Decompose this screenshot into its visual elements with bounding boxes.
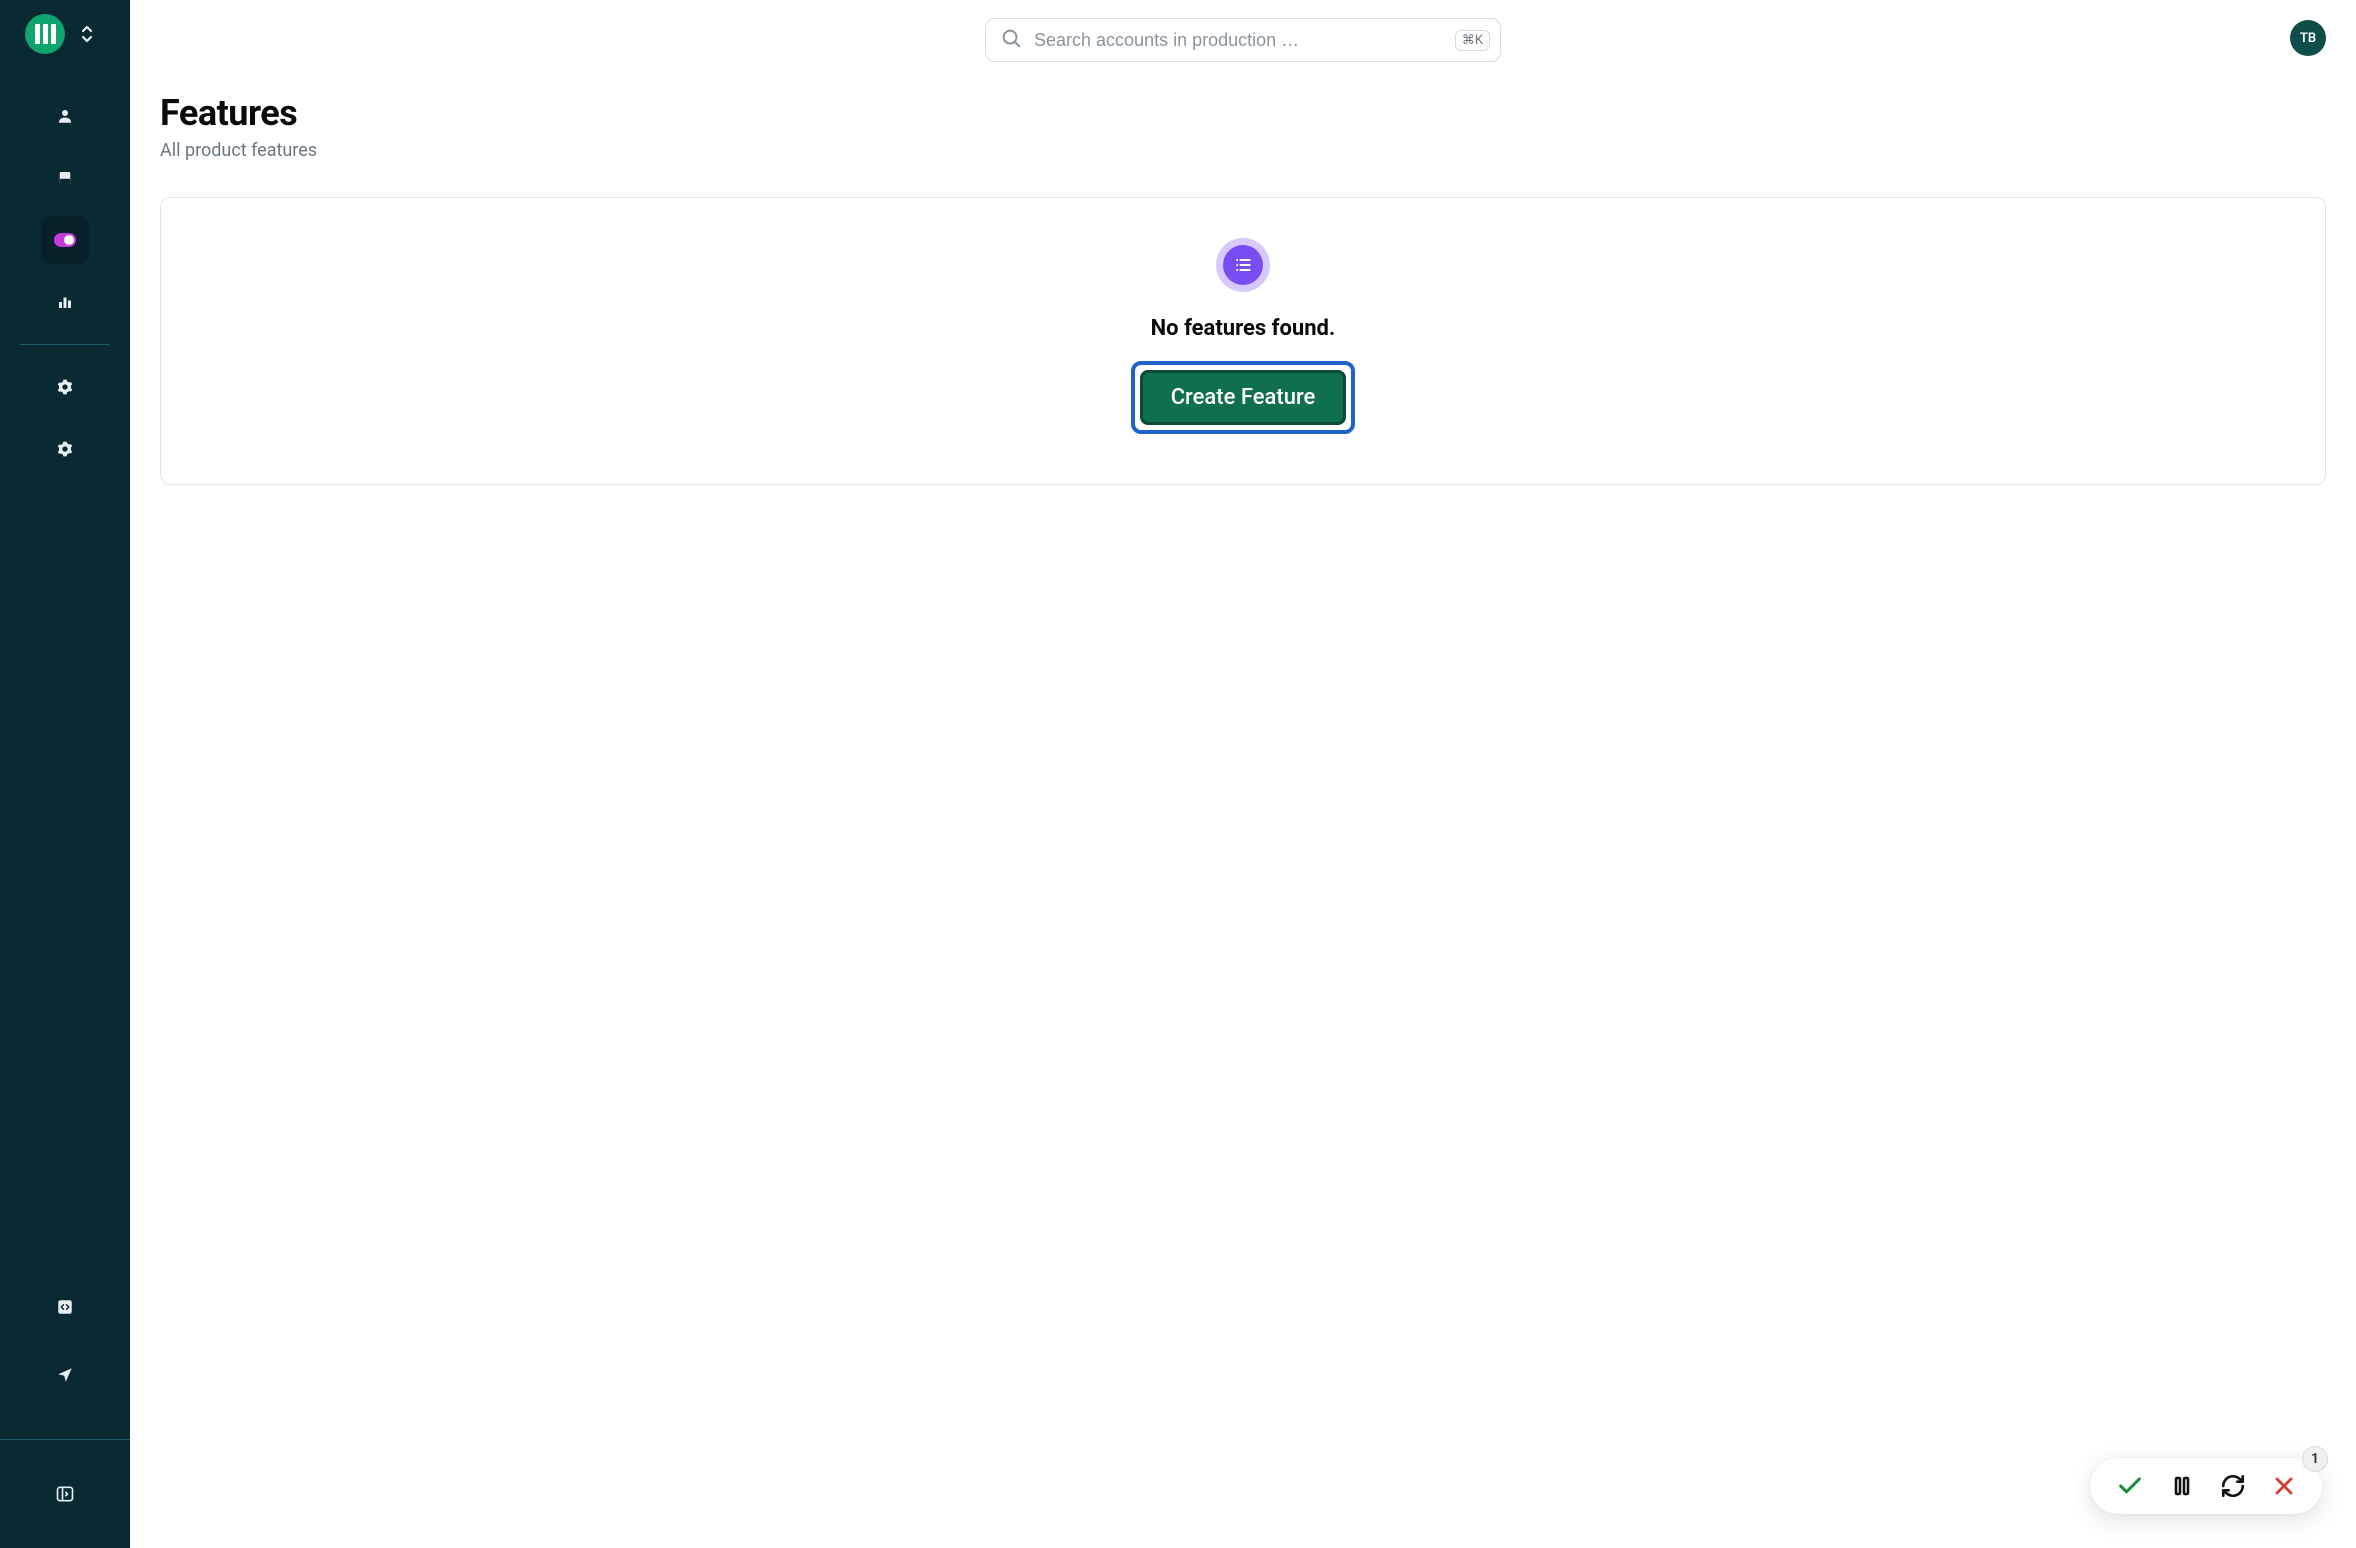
- logo-bars-icon: [35, 24, 56, 44]
- sidebar-item-analytics[interactable]: [41, 278, 89, 326]
- pause-button[interactable]: [2170, 1474, 2194, 1498]
- avatar[interactable]: TB: [2290, 20, 2326, 56]
- sidebar-item-accounts[interactable]: [41, 92, 89, 140]
- content: Features All product features No feature…: [130, 62, 2356, 485]
- gear-icon: [57, 441, 73, 457]
- list-icon: [1223, 245, 1263, 285]
- close-icon: [2272, 1474, 2296, 1498]
- code-icon: [56, 1298, 74, 1316]
- check-icon: [2116, 1472, 2144, 1500]
- create-feature-button[interactable]: Create Feature: [1140, 370, 1347, 425]
- features-card: No features found. Create Feature: [160, 197, 2326, 485]
- toggle-icon: [54, 233, 76, 247]
- main: ⌘K TB Features All product features No f…: [130, 0, 2356, 1548]
- sidebar-header: [25, 14, 95, 54]
- refresh-button[interactable]: [2220, 1473, 2246, 1499]
- sidebar-item-dev[interactable]: [41, 1283, 89, 1331]
- approve-button[interactable]: [2116, 1472, 2144, 1500]
- cancel-button[interactable]: [2272, 1474, 2296, 1498]
- panel-right-icon: [55, 1484, 75, 1504]
- cta-focus-ring: Create Feature: [1131, 361, 1356, 434]
- sidebar: [0, 0, 130, 1548]
- search-icon: [1000, 27, 1022, 53]
- sidebar-item-send[interactable]: [41, 1351, 89, 1399]
- gear-icon: [57, 379, 73, 395]
- search-shortcut: ⌘K: [1455, 30, 1490, 51]
- empty-state-title: No features found.: [1151, 316, 1336, 341]
- sidebar-item-features[interactable]: [41, 216, 89, 264]
- database-icon: [56, 169, 74, 187]
- topbar: ⌘K TB: [130, 0, 2356, 62]
- sidebar-nav-primary: [0, 92, 130, 326]
- send-icon: [56, 1366, 74, 1384]
- sidebar-item-settings-2[interactable]: [41, 425, 89, 473]
- page-subtitle: All product features: [160, 140, 2326, 161]
- sidebar-divider: [0, 1439, 130, 1440]
- page-title: Features: [160, 92, 2326, 134]
- user-icon: [56, 107, 74, 125]
- chevron-up-down-icon: [79, 23, 95, 45]
- sidebar-item-panel-toggle[interactable]: [41, 1470, 89, 1518]
- app-logo[interactable]: [25, 14, 65, 54]
- sidebar-divider: [20, 344, 110, 345]
- sidebar-nav-bottom: [0, 1283, 130, 1548]
- empty-state-icon-wrap: [1216, 238, 1270, 292]
- workspace-switcher[interactable]: [79, 23, 95, 45]
- search-input[interactable]: [1034, 30, 1443, 51]
- sidebar-item-settings-1[interactable]: [41, 363, 89, 411]
- sidebar-nav-settings: [0, 363, 130, 473]
- floating-action-bar: 1: [2090, 1458, 2322, 1514]
- sidebar-item-data[interactable]: [41, 154, 89, 202]
- search-box[interactable]: ⌘K: [985, 18, 1501, 62]
- bar-chart-icon: [56, 293, 74, 311]
- pause-icon: [2170, 1474, 2194, 1498]
- refresh-icon: [2220, 1473, 2246, 1499]
- floating-badge: 1: [2302, 1446, 2328, 1472]
